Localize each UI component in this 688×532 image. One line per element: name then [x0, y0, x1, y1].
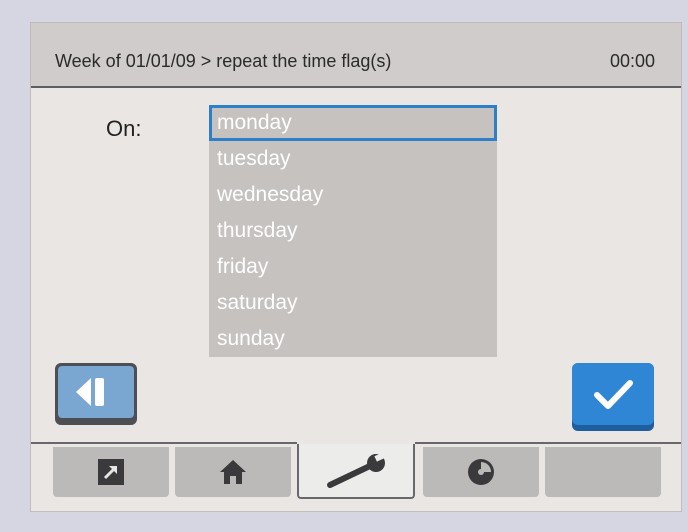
- shortcut-arrow-icon: [98, 459, 124, 485]
- tab-empty[interactable]: [545, 447, 661, 497]
- header-bar: Week of 01/01/09 > repeat the time flag(…: [31, 23, 681, 88]
- day-item-wednesday[interactable]: wednesday: [209, 177, 497, 213]
- day-item-saturday[interactable]: saturday: [209, 285, 497, 321]
- home-icon: [220, 460, 246, 484]
- disc-icon: [468, 459, 494, 485]
- on-label: On:: [106, 116, 142, 141]
- tab-home[interactable]: [175, 447, 291, 497]
- confirm-button[interactable]: [572, 363, 654, 431]
- page-title: Week of 01/01/09 > repeat the time flag(…: [55, 51, 392, 71]
- checkmark-icon: [594, 380, 633, 409]
- day-item-thursday[interactable]: thursday: [209, 213, 497, 249]
- day-item-tuesday[interactable]: tuesday: [209, 141, 497, 177]
- tab-divider-left: [31, 442, 297, 444]
- day-item-monday[interactable]: monday: [209, 105, 497, 141]
- day-item-friday[interactable]: friday: [209, 249, 497, 285]
- back-icon: [76, 378, 104, 406]
- device-screen: Week of 01/01/09 > repeat the time flag(…: [30, 22, 682, 512]
- day-list[interactable]: monday tuesday wednesday thursday friday…: [209, 105, 497, 357]
- back-button[interactable]: [55, 363, 137, 425]
- wrench-icon: [327, 450, 390, 488]
- day-item-sunday[interactable]: sunday: [209, 321, 497, 357]
- tab-settings[interactable]: [297, 444, 415, 499]
- tab-disc[interactable]: [423, 447, 539, 497]
- tab-divider-right: [415, 442, 681, 444]
- tab-shortcut[interactable]: [53, 447, 169, 497]
- clock-time: 00:00: [609, 51, 655, 71]
